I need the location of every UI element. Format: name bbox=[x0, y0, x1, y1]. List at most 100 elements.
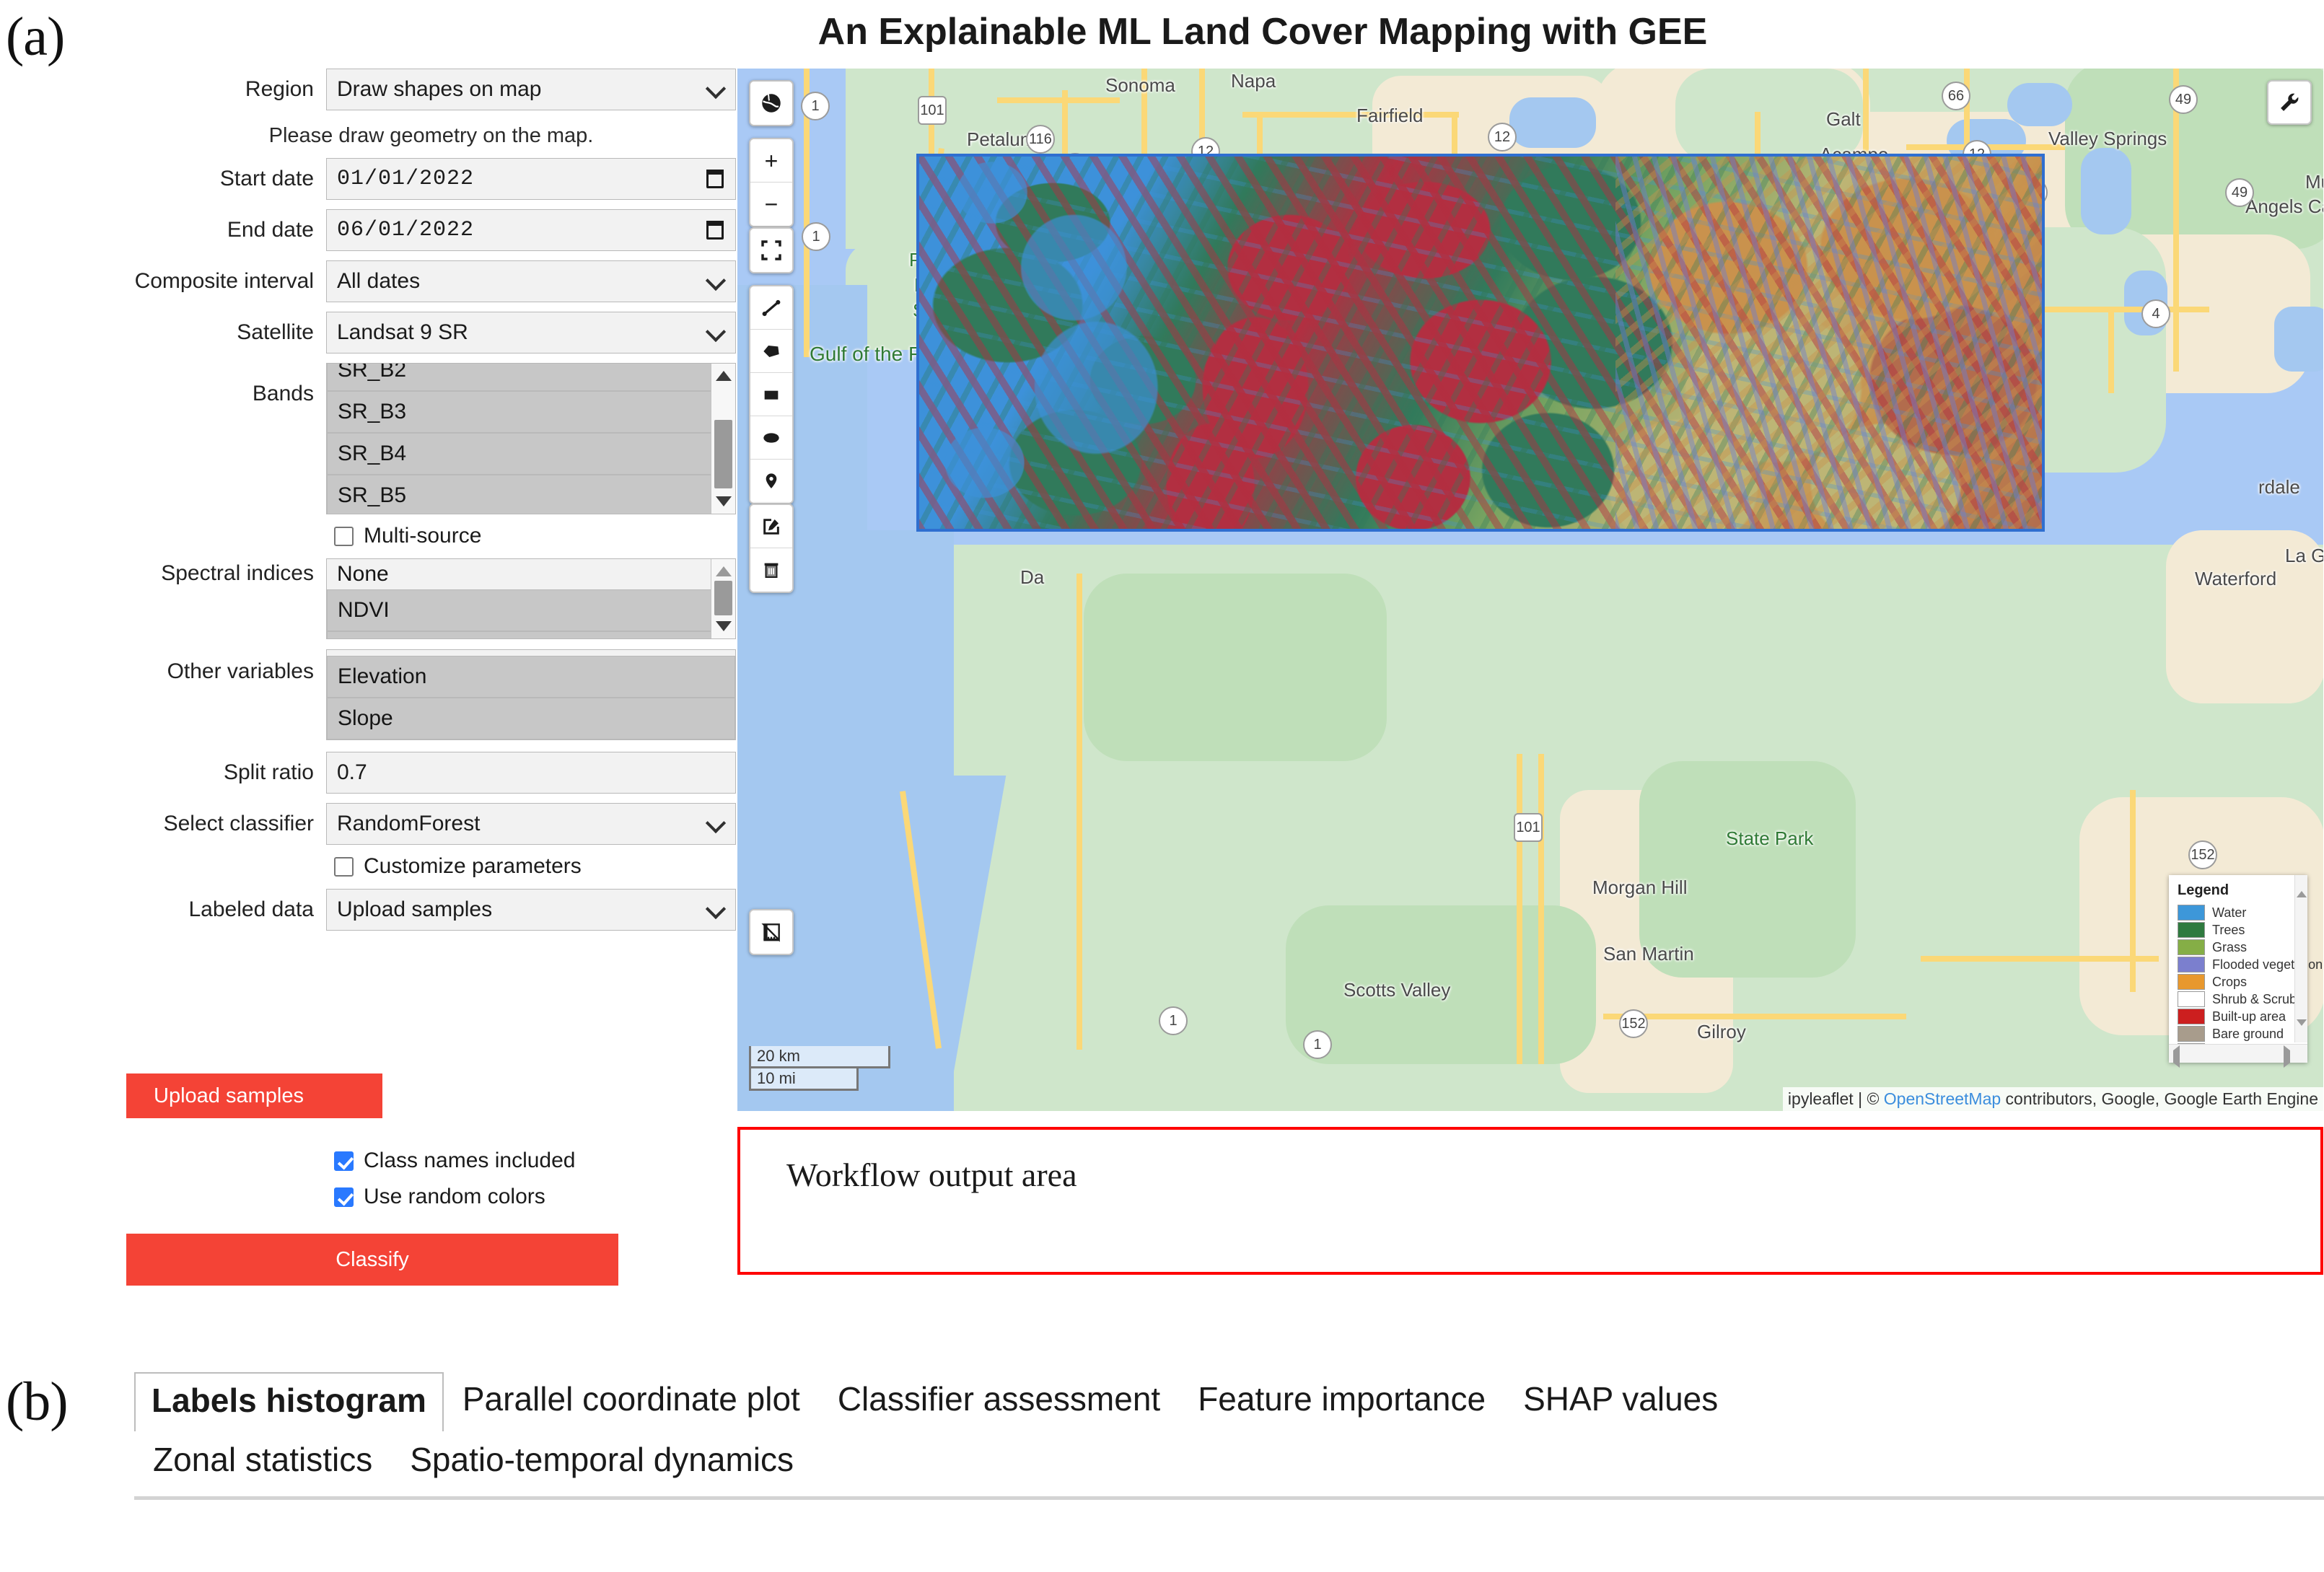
classify-button[interactable]: Classify bbox=[126, 1234, 618, 1286]
legend-item-label: Bare ground bbox=[2212, 1026, 2284, 1041]
use-random-colors-row[interactable]: Use random colors bbox=[334, 1185, 545, 1209]
other-variable-option[interactable]: Slope bbox=[327, 698, 735, 739]
split-ratio-input[interactable]: 0.7 bbox=[326, 752, 736, 794]
chevron-down-icon bbox=[708, 902, 724, 918]
satellite-row: Satellite Landsat 9 SR bbox=[126, 312, 736, 354]
calendar-icon[interactable] bbox=[706, 170, 724, 188]
circle-icon[interactable] bbox=[750, 416, 792, 460]
use-random-colors-checkbox[interactable] bbox=[334, 1187, 354, 1207]
tab-row-secondary: Zonal statistics Spatio-temporal dynamics bbox=[134, 1433, 2324, 1489]
end-date-input[interactable]: 06/01/2022 bbox=[326, 209, 736, 251]
bands-option[interactable]: SR_B4 bbox=[327, 433, 735, 475]
class-names-included-checkbox[interactable] bbox=[334, 1151, 354, 1171]
openstreetmap-link[interactable]: OpenStreetMap bbox=[1884, 1089, 2001, 1108]
scroll-up-icon[interactable] bbox=[711, 561, 735, 582]
legend-title: Legend bbox=[2178, 882, 2229, 898]
upload-samples-button[interactable]: Upload samples bbox=[126, 1073, 382, 1118]
tab-classifier-assessment[interactable]: Classifier assessment bbox=[819, 1371, 1179, 1431]
fullscreen-icon[interactable] bbox=[750, 229, 792, 272]
bands-option[interactable]: SR_B3 bbox=[327, 391, 735, 433]
bands-option[interactable]: SR_B5 bbox=[327, 475, 735, 514]
customize-parameters-row[interactable]: Customize parameters bbox=[334, 854, 736, 879]
aoi-rectangle[interactable] bbox=[916, 154, 2045, 532]
calendar-icon[interactable] bbox=[706, 221, 724, 240]
satellite-select[interactable]: Landsat 9 SR bbox=[326, 312, 736, 354]
legend-horizontal-scrollbar[interactable] bbox=[2169, 1044, 2307, 1068]
spectral-indices-scrollbar[interactable] bbox=[711, 559, 735, 638]
zoom-control[interactable]: + − bbox=[749, 138, 794, 227]
class-names-included-row[interactable]: Class names included bbox=[334, 1149, 575, 1173]
zoom-out-button[interactable]: − bbox=[750, 183, 792, 226]
rectangle-icon[interactable] bbox=[750, 373, 792, 416]
polyline-icon[interactable] bbox=[750, 286, 792, 330]
map-place-label: Morgan Hill bbox=[1592, 877, 1688, 898]
fullscreen-control[interactable] bbox=[749, 227, 794, 273]
legend-color-swatch bbox=[2178, 974, 2205, 990]
scroll-left-icon[interactable] bbox=[2173, 1045, 2180, 1068]
customize-parameters-checkbox[interactable] bbox=[334, 856, 354, 877]
tab-feature-importance[interactable]: Feature importance bbox=[1179, 1371, 1504, 1431]
basemap-control[interactable] bbox=[749, 80, 794, 126]
scrollbar-thumb[interactable] bbox=[714, 581, 732, 615]
scrollbar-thumb[interactable] bbox=[714, 420, 732, 488]
edit-icon[interactable] bbox=[750, 505, 792, 548]
map-place-label: Valley Springs bbox=[2048, 128, 2167, 149]
zoom-in-button[interactable]: + bbox=[750, 139, 792, 183]
legend-item-label: Built-up area bbox=[2212, 1009, 2286, 1024]
tab-labels-histogram[interactable]: Labels histogram bbox=[134, 1372, 444, 1431]
tab-zonal-statistics[interactable]: Zonal statistics bbox=[134, 1433, 391, 1489]
spectral-index-option[interactable]: NDVI bbox=[327, 589, 735, 631]
other-variable-option[interactable]: Elevation bbox=[327, 656, 735, 698]
scroll-down-icon[interactable] bbox=[711, 615, 735, 637]
scroll-up-icon[interactable] bbox=[2297, 879, 2307, 897]
other-variables-listbox[interactable]: Elevation Slope bbox=[326, 649, 736, 740]
legend-widget[interactable]: Legend Water Trees Grass Flooded vegetation… bbox=[2169, 875, 2323, 1068]
spectral-index-option[interactable]: None bbox=[327, 559, 735, 589]
classifier-value: RandomForest bbox=[337, 812, 481, 835]
region-select[interactable]: Draw shapes on map bbox=[326, 69, 736, 110]
scale-metric: 20 km bbox=[749, 1046, 890, 1068]
spectral-index-option[interactable]: NDWI bbox=[327, 631, 735, 638]
region-row: Region Draw shapes on map bbox=[126, 69, 736, 110]
tab-spatio-temporal-dynamics[interactable]: Spatio-temporal dynamics bbox=[391, 1433, 812, 1489]
trash-icon[interactable] bbox=[750, 548, 792, 592]
scroll-up-icon[interactable] bbox=[711, 365, 735, 387]
globe-icon[interactable] bbox=[750, 82, 792, 125]
multi-source-row[interactable]: Multi-source bbox=[334, 524, 736, 548]
legend-item: Trees bbox=[2178, 921, 2307, 939]
legend-color-swatch bbox=[2178, 922, 2205, 938]
start-date-input[interactable]: 01/01/2022 bbox=[326, 158, 736, 200]
map-place-label: Napa bbox=[1231, 70, 1276, 92]
classifier-select[interactable]: RandomForest bbox=[326, 803, 736, 845]
spectral-indices-row: Spectral indices None NDVI NDWI bbox=[126, 558, 736, 639]
bands-scrollbar[interactable] bbox=[711, 364, 735, 514]
composite-interval-select[interactable]: All dates bbox=[326, 260, 736, 302]
figure-label-a: (a) bbox=[6, 6, 65, 67]
scroll-down-icon[interactable] bbox=[711, 491, 735, 512]
legend-item: Grass bbox=[2178, 939, 2307, 956]
bands-listbox[interactable]: SR_B2 SR_B3 SR_B4 SR_B5 SR_B6 SR_B7 ST_B… bbox=[326, 363, 736, 514]
minus-icon: − bbox=[764, 191, 779, 217]
scroll-right-icon[interactable] bbox=[2284, 1045, 2290, 1068]
legend-item-label: Crops bbox=[2212, 974, 2248, 989]
tab-shap-values[interactable]: SHAP values bbox=[1504, 1371, 1737, 1431]
measure-control[interactable] bbox=[749, 909, 794, 955]
legend-vertical-scrollbar[interactable] bbox=[2294, 875, 2307, 1042]
scroll-down-icon[interactable] bbox=[2297, 1019, 2307, 1039]
figure-label-b: (b) bbox=[6, 1371, 69, 1432]
labeled-data-select[interactable]: Upload samples bbox=[326, 889, 736, 931]
legend-item: Flooded vegetation bbox=[2178, 956, 2323, 973]
multi-source-checkbox[interactable] bbox=[334, 526, 354, 546]
edit-control[interactable] bbox=[749, 504, 794, 593]
draw-control[interactable] bbox=[749, 285, 794, 504]
marker-icon[interactable] bbox=[750, 460, 792, 503]
toolbar-wrench-button[interactable] bbox=[2267, 80, 2312, 125]
bands-option[interactable]: SR_B2 bbox=[327, 364, 735, 391]
route-shield-icon: 101 bbox=[918, 96, 947, 125]
polygon-icon[interactable] bbox=[750, 330, 792, 373]
map-canvas[interactable]: Sonoma Napa Fairfield Petaluma Galt Valley Sp… bbox=[737, 69, 2323, 1111]
spectral-indices-listbox[interactable]: None NDVI NDWI bbox=[326, 558, 736, 639]
ruler-icon[interactable] bbox=[750, 910, 792, 954]
tab-parallel-coordinate-plot[interactable]: Parallel coordinate plot bbox=[444, 1371, 819, 1431]
map-place-label: Mu bbox=[2305, 171, 2323, 193]
